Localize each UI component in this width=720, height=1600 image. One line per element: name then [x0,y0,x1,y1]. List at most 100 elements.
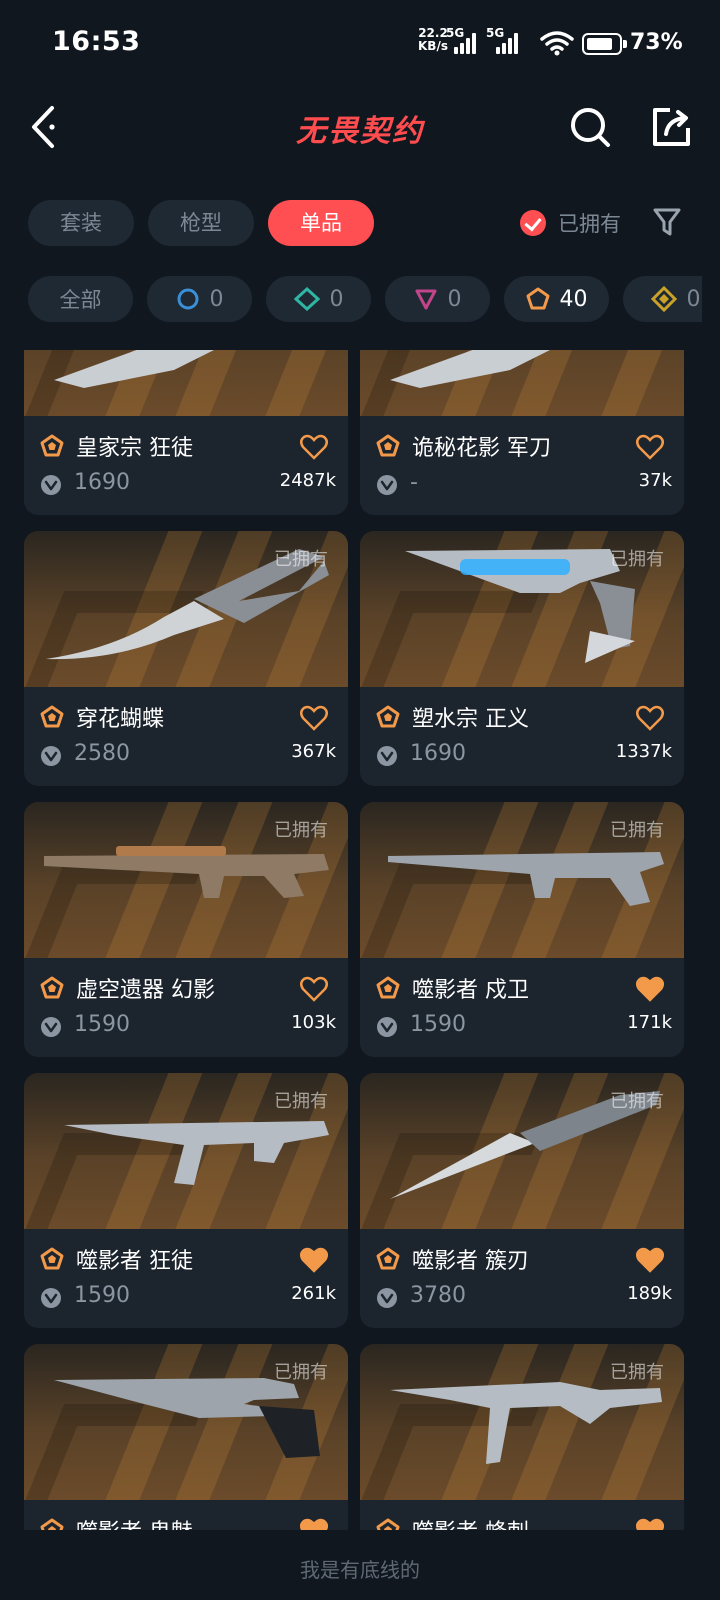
checkbox-checked-icon[interactable] [520,210,546,236]
heart-icon[interactable] [300,705,328,731]
item-image: 已拥有 [360,1344,684,1500]
item-price: 2580 [74,741,130,766]
item-image: 已拥有 [24,531,348,687]
item-image: 已拥有 [24,1344,348,1500]
item-card[interactable]: 已拥有 噬影者 鬼魅 1590 108k [24,1344,348,1530]
valorant-points-icon [41,1017,61,1037]
heart-icon[interactable] [300,1247,328,1273]
like-count: 37k [638,470,672,491]
heart-icon[interactable] [636,1247,664,1273]
item-name: 噬影者 狂徒 [76,1249,193,1274]
item-image: 已拥有 [24,802,348,958]
exclusive-tier-icon [40,434,64,457]
exclusive-tier-icon [40,1247,64,1270]
owned-filter-toggle[interactable]: 已拥有 [520,208,621,238]
item-name: 穿花蝴蝶 [76,707,165,732]
item-grid: 已拥有 皇家宗 狂徒 1690 2487k 已拥有 诡秘花影 军刀 [24,350,700,1530]
item-card[interactable]: 已拥有 皇家宗 狂徒 1690 2487k [24,350,348,515]
exclusive-tier-icon [40,705,64,728]
search-icon[interactable] [568,104,614,150]
item-card[interactable]: 已拥有 噬影者 簇刃 3780 189k [360,1073,684,1328]
rarity-filter-bar: 全部 0 0 0 40 0 [28,276,702,322]
valorant-points-icon [41,475,61,495]
item-price: 1690 [74,470,130,495]
item-card[interactable]: 已拥有 噬影者 蜂刺 1590 108k [360,1344,684,1530]
like-count: 367k [291,741,336,762]
wifi-icon [540,31,574,56]
signal-icon [496,32,524,54]
item-name: 塑水宗 正义 [412,707,529,732]
tab-bundles[interactable]: 套装 [28,200,134,246]
owned-label: 已拥有 [274,1091,328,1112]
signal-icon [454,32,482,54]
share-icon[interactable] [648,104,694,150]
owned-label: 已拥有 [610,820,664,841]
item-card[interactable]: 已拥有 噬影者 狂徒 1590 261k [24,1073,348,1328]
heart-icon[interactable] [300,434,328,460]
like-count: 1337k [615,741,672,762]
item-price: 1590 [74,1283,130,1308]
item-card[interactable]: 已拥有 诡秘花影 军刀 - 37k [360,350,684,515]
item-price: - [410,470,418,495]
category-tabs: 套装 枪型 单品 [28,200,374,246]
tab-single-items[interactable]: 单品 [268,200,374,246]
item-name: 虚空遗器 幻影 [76,978,215,1003]
chip-deluxe-tier[interactable]: 0 [266,276,371,322]
like-count: 2487k [279,470,336,491]
heart-icon[interactable] [636,705,664,731]
ultra-tier-icon [650,286,677,312]
like-count: 261k [291,1283,336,1304]
valorant-points-icon [377,746,397,766]
heart-icon[interactable] [300,1518,328,1530]
item-image: 已拥有 [360,531,684,687]
network-speed: 22.2 KB/s [418,26,448,53]
weapon-image [390,350,550,388]
item-price: 1690 [410,741,466,766]
battery-percent: 73% [630,30,683,55]
heart-icon[interactable] [636,434,664,460]
item-price: 3780 [410,1283,466,1308]
exclusive-tier-icon [526,287,549,310]
heart-icon[interactable] [636,976,664,1002]
exclusive-tier-icon [40,976,64,999]
item-card[interactable]: 已拥有 塑水宗 正义 1690 1337k [360,531,684,786]
item-price: 1590 [74,1012,130,1037]
heart-icon[interactable] [300,976,328,1002]
item-name: 噬影者 蜂刺 [412,1514,529,1530]
valorant-points-icon [377,1017,397,1037]
heart-icon[interactable] [636,1518,664,1530]
filter-funnel-icon[interactable] [652,206,682,238]
owned-label: 已拥有 [610,549,664,570]
item-card[interactable]: 已拥有 虚空遗器 幻影 1590 103k [24,802,348,1057]
like-count: 171k [627,1012,672,1033]
owned-filter-label: 已拥有 [558,212,621,236]
item-image: 已拥有 [360,350,684,416]
chip-all[interactable]: 全部 [28,276,133,322]
owned-label: 已拥有 [610,1362,664,1383]
chip-premium-tier[interactable]: 0 [385,276,490,322]
chip-exclusive-tier[interactable]: 40 [504,276,609,322]
end-of-list-text: 我是有底线的 [300,1558,420,1582]
tab-weapon-types[interactable]: 枪型 [148,200,254,246]
deluxe-tier-icon [293,287,320,311]
valorant-points-icon [377,475,397,495]
item-name: 诡秘花影 军刀 [412,436,551,461]
owned-label: 已拥有 [274,820,328,841]
item-card[interactable]: 已拥有 穿花蝴蝶 2580 367k [24,531,348,786]
exclusive-tier-icon [376,434,400,457]
owned-label: 已拥有 [274,549,328,570]
item-image: 已拥有 [360,1073,684,1229]
item-name: 皇家宗 狂徒 [76,436,193,461]
item-name: 噬影者 鬼魅 [76,1514,193,1530]
item-card[interactable]: 已拥有 噬影者 戍卫 1590 171k [360,802,684,1057]
item-name: 噬影者 戍卫 [412,978,529,1003]
clock: 16:53 [52,26,141,57]
like-count: 189k [627,1283,672,1304]
chip-select-tier[interactable]: 0 [147,276,252,322]
chip-ultra-tier[interactable]: 0 [623,276,702,322]
item-price: 1590 [410,1012,466,1037]
select-tier-icon [177,288,198,310]
valorant-points-icon [377,1288,397,1308]
weapon-image [54,350,214,388]
valorant-points-icon [41,746,61,766]
